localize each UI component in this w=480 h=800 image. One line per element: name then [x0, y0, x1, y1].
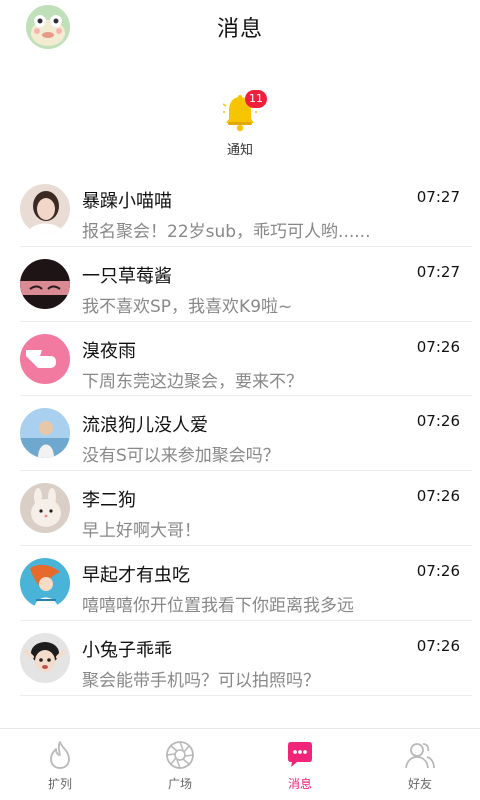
message-preview: 没有S可以来参加聚会吗？	[82, 446, 280, 467]
bottom-tab-bar: 扩列 广场 消息 好友	[0, 728, 480, 800]
message-time: 07:26	[416, 412, 460, 431]
tab-label: 扩列	[47, 777, 72, 791]
contact-name: 小兔子乖乖	[82, 639, 172, 661]
message-preview: 我不喜欢SP，我喜欢K9啦~	[82, 296, 293, 317]
avatar	[20, 483, 70, 534]
contact-name: 流浪狗儿没人爱	[82, 415, 208, 437]
tab-label: 广场	[167, 777, 192, 791]
contact-name: 一只草莓酱	[82, 265, 172, 287]
flame-icon	[50, 741, 70, 769]
message-item[interactable]: 李二狗 07:26 早上好啊大哥！	[0, 471, 480, 546]
message-preview: 报名聚会！22岁sub，乖巧可人哟......	[82, 222, 371, 242]
tab-label: 消息	[287, 777, 312, 791]
message-item[interactable]: 溴夜雨 07:26 下周东莞这边聚会，要来不？	[0, 322, 480, 397]
message-time: 07:26	[416, 337, 460, 356]
friends-icon	[405, 743, 435, 769]
header: 消息	[0, 0, 480, 60]
message-time: 07:26	[416, 561, 460, 580]
avatar	[20, 408, 70, 459]
message-time: 07:27	[416, 262, 460, 281]
avatar	[20, 333, 70, 384]
message-list: 暴躁小喵喵 07:27 报名聚会！22岁sub，乖巧可人哟...... 一只草莓…	[0, 172, 480, 696]
message-time: 07:27	[416, 188, 460, 206]
tab-expand[interactable]: 扩列	[0, 729, 120, 800]
contact-name: 李二狗	[82, 490, 136, 512]
contact-name: 暴躁小喵喵	[82, 191, 172, 212]
tab-label: 好友	[407, 777, 432, 791]
message-item[interactable]: 小兔子乖乖 07:26 聚会能带手机吗？可以拍照吗？	[0, 621, 480, 696]
avatar	[20, 184, 70, 234]
notification-button[interactable]: 11 通知	[215, 90, 267, 162]
tab-plaza[interactable]: 广场	[120, 729, 240, 800]
tab-messages[interactable]: 消息	[240, 729, 360, 800]
message-item[interactable]: 早起才有虫吃 07:26 嘻嘻嘻你开位置我看下你距离我多远	[0, 546, 480, 621]
message-preview: 早上好啊大哥！	[82, 521, 201, 542]
notification-badge: 11	[245, 90, 267, 108]
contact-name: 溴夜雨	[82, 340, 136, 362]
message-time: 07:26	[416, 636, 460, 655]
notification-label: 通知	[226, 143, 253, 158]
app: 消息 11 通知 暴躁小喵喵 07:27 报名聚会！22岁sub，乖巧可人哟..…	[0, 0, 480, 800]
message-item[interactable]: 一只草莓酱 07:27 我不喜欢SP，我喜欢K9啦~	[0, 247, 480, 322]
message-preview: 下周东莞这边聚会，要来不？	[82, 371, 303, 392]
page-title: 消息	[216, 17, 263, 42]
avatar	[20, 632, 70, 683]
message-item[interactable]: 流浪狗儿没人爱 07:26 没有S可以来参加聚会吗？	[0, 396, 480, 471]
message-preview: 嘻嘻嘻你开位置我看下你距离我多远	[82, 595, 354, 616]
chat-bubble-icon	[288, 742, 312, 767]
message-item[interactable]: 暴躁小喵喵 07:27 报名聚会！22岁sub，乖巧可人哟......	[0, 172, 480, 247]
message-preview: 聚会能带手机吗？可以拍照吗？	[82, 670, 320, 691]
contact-name: 早起才有虫吃	[82, 564, 190, 586]
tab-friends[interactable]: 好友	[360, 729, 480, 800]
message-time: 07:26	[416, 487, 460, 506]
avatar	[20, 557, 70, 608]
avatar	[20, 258, 70, 309]
aperture-icon	[166, 741, 194, 769]
